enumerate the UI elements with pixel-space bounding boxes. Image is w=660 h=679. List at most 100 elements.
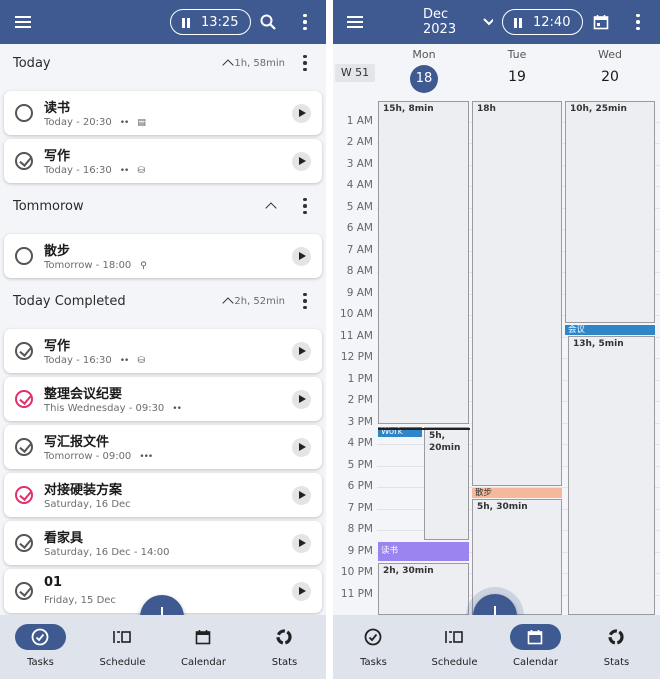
task-checkbox-checked[interactable] [15, 438, 33, 456]
task-card[interactable]: 看家具 Saturday, 16 Dec - 14:00 [4, 521, 322, 565]
tab-calendar[interactable]: Calendar [498, 615, 578, 679]
task-checkbox[interactable] [15, 104, 33, 122]
event-block[interactable]: 读书 [378, 542, 469, 561]
free-time-block[interactable]: 18h [472, 101, 562, 486]
hour-label: 10 PM [340, 566, 373, 578]
pause-icon [181, 17, 192, 28]
task-checkbox[interactable] [15, 247, 33, 265]
day-date: 19 [508, 69, 526, 85]
task-due: Saturday, 16 Dec [44, 499, 131, 510]
free-time-block[interactable]: 15h, 8min [378, 101, 469, 424]
hour-label: 6 PM [347, 480, 373, 492]
play-button[interactable] [292, 486, 311, 505]
tab-tasks[interactable]: Tasks [336, 615, 416, 679]
task-subtitle: Saturday, 16 Dec - 14:00 [44, 547, 169, 558]
play-button[interactable] [292, 342, 311, 361]
free-time-label: 2h, 30min [383, 566, 434, 576]
hour-label: 4 PM [347, 437, 373, 449]
month-selector[interactable]: Dec 2023 [423, 0, 493, 44]
section-more-icon[interactable] [303, 54, 307, 72]
free-time-block[interactable]: 10h, 25min [565, 101, 655, 323]
pomodoro-dots-icon: •• [119, 166, 130, 176]
task-checkbox-checked[interactable] [15, 582, 33, 600]
task-card[interactable]: 散步 Tomorrow - 18:00 ⚲ [4, 234, 322, 278]
event-block[interactable]: 会议 [565, 325, 655, 335]
task-subtitle: Tomorrow - 09:00 ••• [44, 451, 153, 462]
task-card[interactable]: 整理会议纪要 This Wednesday - 09:30 •• [4, 377, 322, 421]
play-button[interactable] [292, 152, 311, 171]
task-card[interactable]: 写汇报文件 Tomorrow - 09:00 ••• [4, 425, 322, 469]
hour-label: 8 AM [346, 265, 373, 277]
hour-label: 2 AM [346, 136, 373, 148]
task-checkbox-checked[interactable] [15, 534, 33, 552]
tab-schedule[interactable]: Schedule [85, 615, 165, 679]
task-checkbox-checked[interactable] [15, 486, 33, 504]
chevron-up-icon[interactable] [222, 59, 234, 71]
task-due: Tomorrow - 18:00 [44, 260, 132, 271]
day-header-mon[interactable]: Mon 18 [389, 44, 459, 93]
menu-button[interactable] [344, 0, 366, 44]
day-header-wed[interactable]: Wed 20 [575, 44, 645, 85]
free-time-label: 15h, 8min [383, 104, 434, 114]
calendar-icon [193, 627, 213, 647]
task-due: Today - 20:30 [44, 117, 112, 128]
play-button[interactable] [292, 104, 311, 123]
task-card[interactable]: 读书 Today - 20:30 •• ▤ [4, 91, 322, 135]
day-header-tue[interactable]: Tue 19 [482, 44, 552, 85]
task-name: 对接硬装方案 [44, 483, 123, 498]
tab-schedule[interactable]: Schedule [417, 615, 497, 679]
play-button[interactable] [292, 390, 311, 409]
hour-label: 3 AM [346, 157, 373, 170]
timer-pill[interactable]: 12:40 [502, 9, 584, 35]
task-card[interactable]: 对接硬装方案 Saturday, 16 Dec [4, 473, 322, 517]
chevron-up-icon[interactable] [265, 202, 277, 214]
task-checkbox-checked[interactable] [15, 152, 33, 170]
free-time-block[interactable]: 13h, 5min [568, 336, 655, 615]
section-duration: 1h, 58min [234, 57, 285, 69]
task-name: 整理会议纪要 [44, 387, 123, 402]
day-date: 20 [601, 69, 619, 85]
free-time-block[interactable]: 5h, 20min [424, 427, 469, 540]
tasks-check-icon [363, 627, 383, 647]
hour-label: 11 AM [340, 329, 373, 342]
tab-stats[interactable]: Stats [247, 615, 326, 679]
hour-label: 1 PM [347, 372, 373, 385]
task-checkbox-checked[interactable] [15, 390, 33, 408]
today-button[interactable] [591, 0, 611, 44]
more-button[interactable] [631, 0, 645, 44]
task-name: 01 [44, 575, 63, 590]
play-button[interactable] [292, 247, 311, 266]
task-due: Today - 16:30 [44, 165, 112, 176]
bottom-nav: Tasks Schedule Calendar Stats [0, 615, 326, 679]
tab-calendar[interactable]: Calendar [166, 615, 246, 679]
hour-label: 4 AM [346, 179, 373, 191]
menu-button[interactable] [12, 0, 34, 44]
day-date: 18 [410, 65, 438, 93]
section-header[interactable]: Today Completed 2h, 52min [0, 281, 326, 321]
task-name: 散步 [44, 244, 71, 259]
section-more-icon[interactable] [303, 197, 307, 215]
tab-tasks[interactable]: Tasks [3, 615, 83, 679]
hour-label: 11 PM [340, 587, 373, 600]
task-card[interactable]: 写作 Today - 16:30 •• ⛁ [4, 139, 322, 183]
section-header[interactable]: Today 1h, 58min [0, 43, 326, 83]
task-subtitle: Friday, 15 Dec [44, 595, 116, 606]
free-time-block[interactable]: 2h, 30min [378, 563, 469, 615]
play-button[interactable] [292, 582, 311, 601]
section-header[interactable]: Tommorow [0, 186, 326, 226]
tab-stats[interactable]: Stats [579, 615, 659, 679]
section-more-icon[interactable] [303, 292, 307, 310]
task-checkbox-checked[interactable] [15, 342, 33, 360]
play-button[interactable] [292, 534, 311, 553]
more-button[interactable] [298, 0, 312, 44]
search-button[interactable] [257, 0, 279, 44]
pomodoro-dots-icon: •• [119, 356, 130, 366]
month-label: Dec 2023 [423, 7, 457, 37]
hour-label: 12 PM [340, 351, 373, 363]
play-button[interactable] [292, 438, 311, 457]
timer-pill[interactable]: 13:25 [170, 9, 252, 35]
event-block[interactable]: 散步 [472, 488, 562, 498]
chevron-up-icon[interactable] [222, 297, 234, 309]
task-name: 看家具 [44, 531, 84, 546]
task-card[interactable]: 写作 Today - 16:30 •• ⛁ [4, 329, 322, 373]
